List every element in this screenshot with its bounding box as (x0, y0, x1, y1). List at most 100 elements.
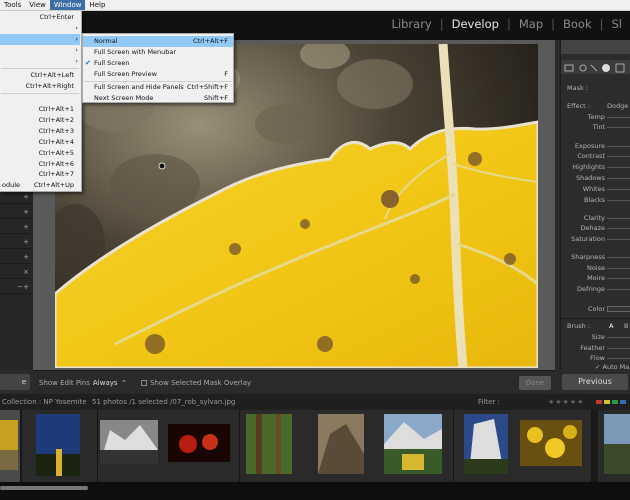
panel-row[interactable]: + (0, 235, 33, 249)
shortcut: Ctrl+Alt+Up (33, 181, 74, 189)
menu-item[interactable]: Ctrl+Alt+5 (0, 148, 80, 159)
slider-noise[interactable] (607, 268, 630, 269)
blue-label-filter[interactable] (620, 400, 626, 404)
filmstrip-thumb[interactable] (516, 410, 592, 482)
menu-divider (1, 93, 79, 94)
menu-item[interactable]: Ctrl+Enter (0, 12, 80, 23)
module-slideshow-label: Sl (611, 17, 623, 31)
yellow-label-filter[interactable] (604, 400, 610, 404)
brush-b-tab[interactable]: B (624, 322, 630, 330)
slider-tint-label: Tint (592, 123, 605, 131)
module-book[interactable]: Book | (555, 17, 604, 31)
red-label-filter[interactable] (596, 400, 602, 404)
automask-checkbox[interactable]: ✓ Auto Ma (595, 363, 630, 371)
menu-item-full-screen-hide-panels[interactable]: Full Screen and Hide Panels Ctrl+Shift+F (83, 82, 233, 93)
tool-strip (561, 60, 630, 74)
menu-item[interactable]: Ctrl+Alt+Right (0, 81, 80, 92)
module-library[interactable]: Library | (384, 17, 444, 31)
menu-item[interactable]: › (0, 45, 80, 56)
menu-item[interactable]: Ctrl+Alt+6 (0, 159, 80, 170)
left-panel-button[interactable]: e (0, 374, 30, 390)
menu-item-screen-mode[interactable]: › (0, 34, 80, 45)
menu-item[interactable]: Ctrl+Alt+1 (0, 104, 80, 115)
slider-clarity[interactable] (607, 218, 630, 219)
checkbox-icon[interactable] (141, 380, 147, 386)
show-edit-pins-select[interactable]: Always (93, 379, 118, 387)
chevron-updown-icon[interactable]: ⌃ (121, 379, 127, 387)
shortcut: Ctrl+Alt+Left (30, 71, 75, 79)
filmstrip-thumb[interactable] (312, 410, 388, 482)
filmstrip-thumb[interactable] (240, 410, 316, 482)
slider-contrast[interactable] (607, 156, 630, 157)
menu-item-full-screen-preview[interactable]: Full Screen Preview F (83, 69, 233, 80)
local-tools-icons[interactable] (561, 61, 630, 75)
thumbnail-image (384, 414, 442, 474)
module-develop-label: Develop (451, 17, 499, 31)
thumbnail-image (520, 420, 582, 466)
filmstrip-thumb[interactable] (598, 410, 630, 482)
panel-row[interactable]: + (0, 250, 33, 264)
menu-tools[interactable]: Tools (0, 0, 25, 10)
filmstrip-thumb[interactable] (98, 410, 174, 482)
menu-item-next-screen-mode[interactable]: Next Screen Mode Shift+F (83, 93, 233, 104)
rating-filter-icon[interactable]: ★★★★★ (548, 398, 584, 406)
panel-row[interactable]: + (0, 190, 33, 204)
scrollbar-thumb[interactable] (0, 486, 88, 490)
filmstrip-thumb[interactable] (378, 410, 454, 482)
menu-item-previous-module[interactable]: odule Ctrl+Alt+Up (0, 180, 80, 191)
slider-exposure[interactable] (607, 146, 630, 147)
color-swatch[interactable] (607, 306, 630, 312)
module-book-label: Book (563, 17, 592, 31)
menu-window[interactable]: Window (49, 0, 86, 10)
filmstrip-thumb[interactable] (0, 410, 21, 482)
previous-button[interactable]: Previous (562, 374, 628, 390)
brush-a-tab[interactable]: A (609, 322, 617, 330)
mask-overlay-toggle[interactable]: Show Selected Mask Overlay (141, 379, 251, 387)
slider-shadows[interactable] (607, 178, 630, 179)
module-develop[interactable]: Develop | (444, 17, 511, 31)
brush-size-slider[interactable] (607, 337, 630, 338)
module-slideshow[interactable]: Sl (604, 17, 630, 31)
green-label-filter[interactable] (612, 400, 618, 404)
menu-item[interactable]: › (0, 56, 80, 67)
menu-item-full-screen[interactable]: ✔ Full Screen (83, 58, 233, 69)
slider-exposure-label: Exposure (574, 142, 605, 150)
slider-tint[interactable] (607, 127, 630, 128)
automask-label: Auto Ma (602, 363, 630, 371)
slider-temp[interactable] (607, 117, 630, 118)
slider-whites[interactable] (607, 189, 630, 190)
menu-item[interactable]: › (0, 23, 80, 34)
slider-moire[interactable] (607, 278, 630, 279)
menu-item[interactable]: Ctrl+Alt+3 (0, 126, 80, 137)
panel-row[interactable]: + (0, 205, 33, 219)
menu-item[interactable]: Ctrl+Alt+4 (0, 137, 80, 148)
collection-source[interactable]: Collection : NP Yosemite (2, 398, 87, 406)
slider-saturation-label: Saturation (571, 235, 605, 243)
filmstrip-thumb[interactable] (164, 410, 240, 482)
panel-row[interactable]: −+ (0, 280, 33, 294)
menu-help[interactable]: Help (85, 0, 109, 10)
menu-item[interactable]: Ctrl+Alt+Left (0, 70, 80, 81)
slider-highlights[interactable] (607, 167, 630, 168)
menu-item-normal[interactable]: Normal Ctrl+Alt+F (83, 36, 233, 47)
slider-blacks-label: Blacks (584, 196, 605, 204)
slider-saturation[interactable] (607, 239, 630, 240)
panel-row[interactable]: × (0, 265, 33, 279)
panel-row[interactable]: + (0, 220, 33, 234)
menu-item[interactable]: Ctrl+Alt+2 (0, 115, 80, 126)
done-button[interactable]: Done (519, 376, 551, 390)
menu-item[interactable]: Ctrl+Alt+7 (0, 169, 80, 180)
effect-select[interactable]: Dodge (607, 102, 630, 110)
menu-view[interactable]: View (25, 0, 50, 10)
brush-feather-slider[interactable] (607, 348, 630, 349)
menu-divider (1, 68, 79, 69)
brush-flow-slider[interactable] (607, 358, 630, 359)
slider-blacks[interactable] (607, 200, 630, 201)
slider-dehaze[interactable] (607, 228, 630, 229)
panel-header (561, 40, 630, 54)
menu-item-full-screen-menubar[interactable]: Full Screen with Menubar (83, 47, 233, 58)
slider-sharpness[interactable] (607, 257, 630, 258)
filmstrip-thumb[interactable] (22, 410, 98, 482)
module-map[interactable]: Map | (511, 17, 555, 31)
slider-defringe[interactable] (607, 289, 630, 290)
